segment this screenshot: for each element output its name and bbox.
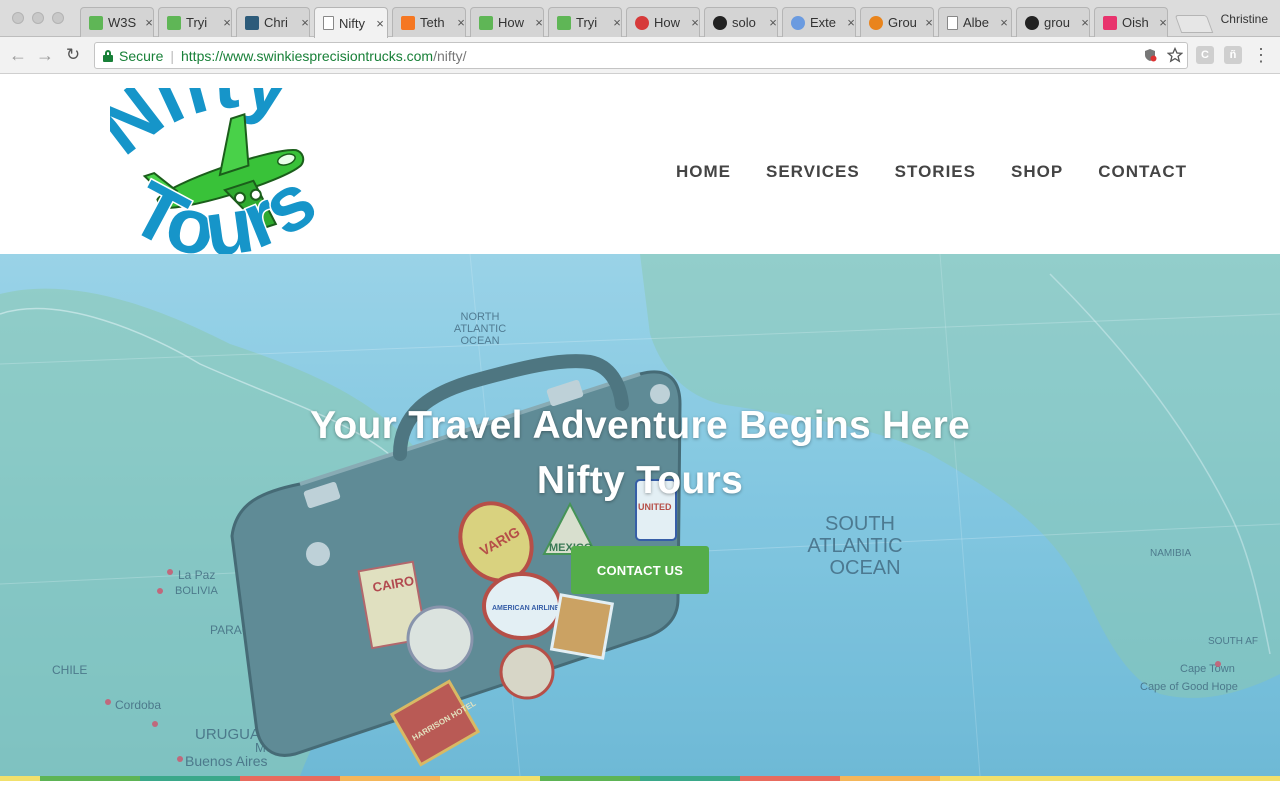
browser-tab-title: Tryi xyxy=(576,15,598,30)
w3-icon xyxy=(89,15,103,30)
browser-tab-title: Tryi xyxy=(186,15,208,30)
browser-tab[interactable]: Chri × xyxy=(236,7,310,37)
browser-tab[interactable]: Tryi × xyxy=(548,7,622,37)
invision-icon xyxy=(1103,15,1117,30)
w3-icon xyxy=(479,15,493,30)
tab-close-icon[interactable]: × xyxy=(455,15,465,30)
hero-subtitle: Nifty Tours xyxy=(536,459,744,502)
nav-services[interactable]: SERVICES xyxy=(766,162,860,182)
tab-close-icon[interactable]: × xyxy=(998,15,1010,30)
browser-tab[interactable]: Exte × xyxy=(782,7,856,37)
nifty-tours-logo[interactable]: Nifty Tours xyxy=(110,88,350,276)
close-window-icon[interactable] xyxy=(12,12,24,24)
tab-close-icon[interactable]: × xyxy=(221,15,231,30)
profile-name[interactable]: Christine xyxy=(1221,12,1268,26)
nav-home[interactable]: HOME xyxy=(676,162,731,182)
nav-contact[interactable]: CONTACT xyxy=(1098,162,1187,182)
browser-tab-title: Exte xyxy=(810,15,837,30)
page-below-fold xyxy=(0,781,1280,800)
bitcoin-icon xyxy=(869,15,883,30)
forward-arrow-icon[interactable]: → xyxy=(33,43,57,67)
browser-tab-title: Albe xyxy=(963,15,990,30)
document-icon xyxy=(323,16,334,30)
browser-tab-title: Oish xyxy=(1122,15,1149,30)
url-path: /nifty/ xyxy=(433,47,467,64)
github-icon xyxy=(713,15,727,30)
tab-close-icon[interactable]: × xyxy=(689,15,699,30)
browser-toolbar: ← → ↻ Secure | https://www.swinkiespreci… xyxy=(0,37,1280,74)
tab-close-icon[interactable]: × xyxy=(143,15,153,30)
github-icon xyxy=(1025,15,1039,30)
world-map-background: SOUTH ATLANTIC OCEAN NORTH ATLANTIC OCEA… xyxy=(0,254,1280,776)
browser-tab[interactable]: Grou × xyxy=(860,7,934,37)
tab-close-icon[interactable]: × xyxy=(611,15,621,30)
extension-f-icon[interactable]: ñ xyxy=(1224,46,1242,64)
tab-close-icon[interactable]: × xyxy=(299,15,309,30)
cs-icon xyxy=(245,15,259,30)
browser-tab[interactable]: How × xyxy=(626,7,700,37)
tab-close-icon[interactable]: × xyxy=(845,15,855,30)
hero-section: SOUTH ATLANTIC OCEAN NORTH ATLANTIC OCEA… xyxy=(0,254,1280,776)
browser-tab-bar: W3S × Tryi × Chri × Nifty × Teth × How × Tryi × How × so… xyxy=(0,0,1280,38)
minimize-window-icon[interactable] xyxy=(32,12,44,24)
extension-c-icon[interactable]: C xyxy=(1196,46,1214,64)
w3-icon xyxy=(557,15,571,30)
browser-tab[interactable]: W3S × xyxy=(80,7,154,37)
tab-close-icon[interactable]: × xyxy=(767,15,777,30)
browser-tab[interactable]: Tryi × xyxy=(158,7,232,37)
browser-tab-title: solo xyxy=(732,15,756,30)
document-icon xyxy=(947,15,958,30)
browser-tab-title: grou xyxy=(1044,15,1071,30)
zoom-window-icon[interactable] xyxy=(52,12,64,24)
main-nav: HOME SERVICES STORIES SHOP CONTACT xyxy=(676,162,1187,182)
hero-title: Your Travel Adventure Begins Here xyxy=(309,404,971,447)
menu-dots-icon[interactable]: ⋮ xyxy=(1252,46,1270,64)
contact-us-button[interactable]: CONTACT US xyxy=(571,546,709,594)
back-arrow-icon[interactable]: ← xyxy=(6,43,30,67)
browser-tab[interactable]: Oish × xyxy=(1094,7,1168,37)
browser-tab-title: Teth xyxy=(420,15,445,30)
nav-stories[interactable]: STORIES xyxy=(895,162,976,182)
cloud-icon xyxy=(791,15,805,30)
bookmark-star-icon[interactable] xyxy=(1167,47,1183,63)
address-bar[interactable]: Secure | https://www.swinkiesprecisiontr… xyxy=(94,42,1188,69)
browser-tab[interactable]: Nifty × xyxy=(314,7,388,38)
hubspot-icon xyxy=(401,15,415,30)
browser-tab[interactable]: grou × xyxy=(1016,7,1090,37)
browser-tab[interactable]: How × xyxy=(470,7,544,37)
browser-tab[interactable]: Albe × xyxy=(938,7,1012,37)
browser-tab[interactable]: solo × xyxy=(704,7,778,37)
tab-close-icon[interactable]: × xyxy=(1079,15,1089,30)
new-tab-button[interactable] xyxy=(1174,15,1214,33)
w3-icon xyxy=(167,15,181,30)
browser-tab-title: How xyxy=(654,15,681,30)
nav-shop[interactable]: SHOP xyxy=(1011,162,1063,182)
tab-close-icon[interactable]: × xyxy=(533,15,543,30)
browser-tab-title: Chri xyxy=(264,15,288,30)
site-header: Nifty Tours HOME SERVICES STORIES SHOP C… xyxy=(0,74,1280,275)
tab-close-icon[interactable]: × xyxy=(923,15,933,30)
browser-tab[interactable]: Teth × xyxy=(392,7,466,37)
secure-label: Secure xyxy=(119,47,164,64)
tab-close-icon[interactable]: × xyxy=(374,16,386,31)
reload-icon[interactable]: ↻ xyxy=(61,43,85,67)
browser-tab-title: Nifty xyxy=(339,15,365,31)
tab-close-icon[interactable]: × xyxy=(1157,15,1167,30)
lock-icon xyxy=(103,50,113,62)
browser-tab-title: How xyxy=(498,15,525,30)
url-host: https://www.swinkiesprecisiontrucks.com xyxy=(181,47,434,64)
shield-icon[interactable] xyxy=(1143,48,1157,62)
address-separator: | xyxy=(170,47,174,64)
browser-tab-title: Grou xyxy=(888,15,917,30)
browser-tab-title: W3S xyxy=(108,15,137,30)
gear-icon xyxy=(635,15,649,30)
